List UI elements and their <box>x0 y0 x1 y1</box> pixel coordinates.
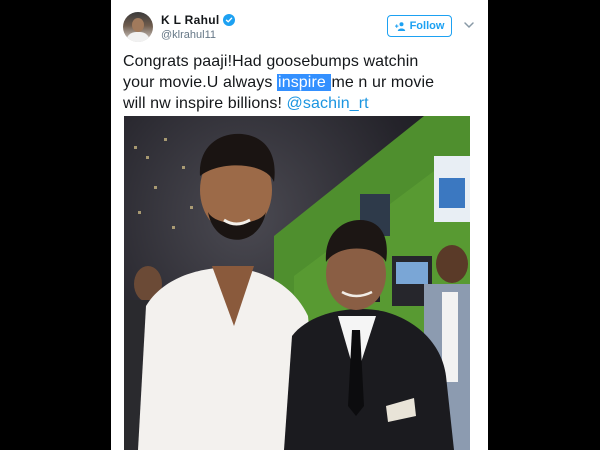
tweet-text-line-2: your movie.U always inspire me n ur movi… <box>123 72 473 93</box>
follow-button[interactable]: Follow <box>387 15 452 37</box>
wall-screen-image <box>439 178 465 208</box>
tweet-header: K L Rahul @klrahul11 Follow <box>111 0 488 50</box>
tweet-photo[interactable] <box>124 116 470 450</box>
avatar-face <box>132 18 144 32</box>
add-user-icon <box>394 21 405 31</box>
tweet-text-segment: me n ur movie <box>331 74 435 91</box>
city-lights <box>134 138 193 229</box>
chevron-down-icon[interactable] <box>463 19 475 31</box>
photo-illustration <box>124 116 470 450</box>
author-name[interactable]: K L Rahul <box>161 13 219 27</box>
selected-text[interactable]: inspire <box>277 74 332 91</box>
author-handle[interactable]: @klrahul11 <box>161 29 216 41</box>
tweet-card: K L Rahul @klrahul11 Follow Congrats paa… <box>111 0 488 450</box>
tweet-text-line-3: will nw inspire billions! @sachin_rt <box>123 93 473 114</box>
background-person-head <box>436 245 468 283</box>
author-name-row: K L Rahul <box>161 12 236 28</box>
tweet-text: Congrats paaji!Had goosebumps watchin yo… <box>123 51 473 114</box>
wall-screen-image <box>396 262 428 284</box>
tweet-text-line-1: Congrats paaji!Had goosebumps watchin <box>123 53 419 70</box>
verified-badge-icon <box>223 14 236 26</box>
author-avatar[interactable] <box>123 12 153 42</box>
avatar-shirt <box>126 32 150 42</box>
mention-link[interactable]: @sachin_rt <box>287 95 369 112</box>
tweet-text-segment: your movie.U always <box>123 74 278 91</box>
tweet-text-segment: will nw inspire billions! <box>123 95 287 112</box>
follow-label: Follow <box>409 20 445 32</box>
